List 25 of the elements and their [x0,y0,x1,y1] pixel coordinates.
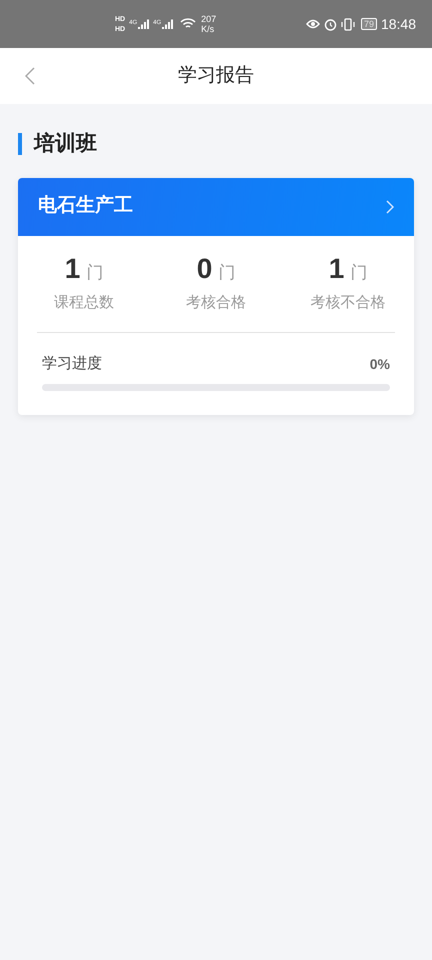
stat-value: 1 [64,252,80,286]
speed-unit: K/s [201,24,216,34]
battery-indicator: 79 [360,18,377,30]
stat-value: 1 [328,252,344,286]
stat-unit: 门 [86,262,104,284]
stat-label: 考核不合格 [310,292,386,312]
vibrate-icon [340,18,355,30]
stat-value: 0 [196,252,212,286]
signal-icon [138,19,150,29]
progress-reading: 0% [370,354,390,374]
chevron-right-icon [386,200,394,214]
course-header[interactable]: 电石生产工 [18,178,414,236]
stat-label: 考核合格 [186,292,246,312]
stat-unit: 门 [218,262,236,284]
stat-label: 课程总数 [54,292,114,312]
alarm-icon [324,18,337,30]
progress-label: 学习进度 [42,354,102,374]
clock-time: 18:48 [380,14,416,34]
page-title: 学习报告 [178,64,254,88]
signal-icon [162,19,174,29]
wifi-icon [180,18,196,30]
stat-unit: 门 [350,262,368,284]
speed-value: 207 [201,14,216,24]
section-title: 培训班 [34,130,97,157]
eye-icon [306,19,320,29]
